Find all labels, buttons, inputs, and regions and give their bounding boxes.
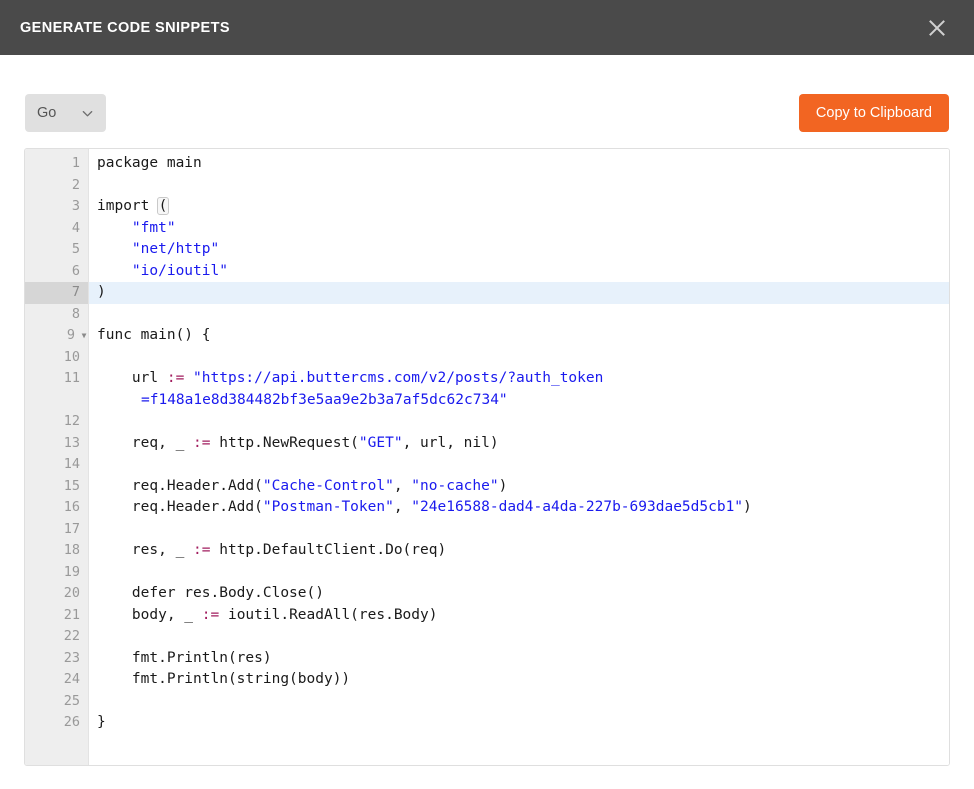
code-token: )	[743, 499, 752, 515]
line-number: 2	[71, 176, 80, 193]
code-token: body, _	[97, 606, 202, 623]
line-number: 13	[63, 434, 80, 451]
line-number: 26	[63, 714, 80, 730]
code-token: req.Header.Add(	[97, 477, 263, 494]
code-token-operator: :=	[201, 606, 220, 623]
line-number: 3	[71, 198, 80, 214]
code-token: req, _	[97, 434, 194, 451]
language-select-value: Go	[37, 105, 57, 121]
code-line: "net/http"	[89, 239, 949, 261]
code-token-string: "io/ioutil"	[131, 262, 228, 279]
code-line: fmt.Println(string(body))	[97, 671, 351, 687]
code-line: import (	[89, 196, 949, 218]
line-number: 8	[71, 305, 80, 322]
code-token: http.NewRequest(	[210, 434, 359, 451]
line-number: 9 ▼	[25, 325, 88, 347]
code-token: url	[97, 370, 167, 386]
code-token: req.Header.Add(	[97, 499, 263, 515]
code-token-string: "net/http"	[131, 241, 220, 257]
language-select[interactable]: Go	[25, 94, 106, 132]
code-line: "io/ioutil"	[89, 261, 949, 283]
line-number: 22	[63, 628, 80, 644]
code-token: )	[498, 477, 508, 494]
code-token-string: "fmt"	[131, 219, 176, 236]
code-token: , url, nil)	[402, 434, 499, 451]
line-number: 25	[63, 692, 80, 709]
line-number: 19	[63, 563, 80, 580]
code-token: import	[97, 198, 159, 214]
code-token: ioutil.ReadAll(res.Body)	[219, 606, 438, 623]
code-line: body, _ := ioutil.ReadAll(res.Body)	[89, 605, 949, 627]
code-line-segment-wrap: =f148a1e8d384482bf3e5aa9e2b3a7af5dc62c73…	[141, 391, 508, 408]
code-line: req.Header.Add("Cache-Control", "no-cach…	[89, 476, 949, 498]
code-token-string: "Postman-Token"	[262, 499, 394, 515]
line-number-gutter: 1 2 3 4 5 6 7 8 9 ▼ 10 11 12 13 14 15 16 …	[25, 149, 89, 765]
close-icon[interactable]	[922, 13, 952, 43]
toolbar: Go Copy to Clipboard	[0, 55, 974, 150]
code-line: res, _ := http.DefaultClient.Do(req)	[89, 540, 949, 562]
line-number-text: 9	[66, 327, 75, 343]
code-token-string: "no-cache"	[411, 477, 499, 494]
line-number: 18	[63, 542, 80, 558]
code-token: ,	[393, 499, 412, 515]
code-line: req, _ := http.NewRequest("GET", url, ni…	[89, 433, 949, 455]
code-line: func main() {	[97, 327, 211, 343]
code-token: http.DefaultClient.Do(req)	[210, 542, 447, 558]
code-line: }	[97, 714, 106, 730]
fold-arrow-icon[interactable]: ▼	[79, 325, 89, 347]
line-number: 1	[71, 155, 80, 171]
code-line: "fmt"	[89, 218, 949, 240]
code-token-string: "GET"	[358, 434, 403, 451]
line-number: 15	[63, 477, 80, 494]
line-number: 10	[63, 348, 80, 365]
page-title: GENERATE CODE SNIPPETS	[20, 19, 230, 36]
line-number: 5	[71, 241, 80, 257]
chevron-down-icon	[81, 107, 94, 120]
code-line: req.Header.Add("Postman-Token", "24e1658…	[89, 497, 949, 519]
line-number: 12	[63, 413, 80, 429]
modal-header: GENERATE CODE SNIPPETS	[0, 0, 974, 55]
line-number: 23	[63, 649, 80, 666]
matching-bracket: (	[157, 197, 169, 215]
code-line: fmt.Println(res)	[97, 649, 272, 666]
close-icon-glyph	[929, 19, 945, 36]
line-number: 24	[63, 671, 80, 687]
line-number: 21	[63, 606, 80, 623]
line-number: 4	[71, 219, 80, 236]
code-token-string: "Cache-Control"	[262, 477, 394, 494]
code-token-string: "https://api.buttercms.com/v2/posts/?aut…	[193, 370, 604, 386]
code-token: res, _	[97, 542, 194, 558]
line-number-active: 7	[25, 282, 88, 304]
copy-to-clipboard-button[interactable]: Copy to Clipboard	[798, 94, 949, 132]
code-line-wrapped: url := "https://api.buttercms.com/v2/pos…	[89, 368, 949, 411]
line-number: 6	[71, 262, 80, 279]
line-number: 20	[63, 585, 80, 601]
code-token: ,	[393, 477, 412, 494]
code-line: defer res.Body.Close()	[97, 585, 324, 601]
line-number: 11	[63, 370, 80, 386]
code-token-operator: :=	[193, 542, 211, 558]
code-token-operator: :=	[193, 434, 211, 451]
line-number: 14	[63, 456, 80, 472]
code-line-segment: url := "https://api.buttercms.com/v2/pos…	[97, 368, 949, 390]
code-editor[interactable]: 1 2 3 4 5 6 7 8 9 ▼ 10 11 12 13 14 15 16 …	[24, 148, 950, 766]
line-number: 16	[63, 499, 80, 515]
code-token-string: "24e16588-dad4-a4da-227b-693dae5d5cb1"	[411, 499, 744, 515]
code-token-operator: :=	[166, 370, 185, 386]
line-number: 17	[63, 520, 80, 537]
code-line: package main	[97, 155, 202, 171]
code-content[interactable]: package main import ( "fmt" "net/http" "…	[89, 149, 949, 765]
code-line-active: )	[89, 282, 949, 304]
